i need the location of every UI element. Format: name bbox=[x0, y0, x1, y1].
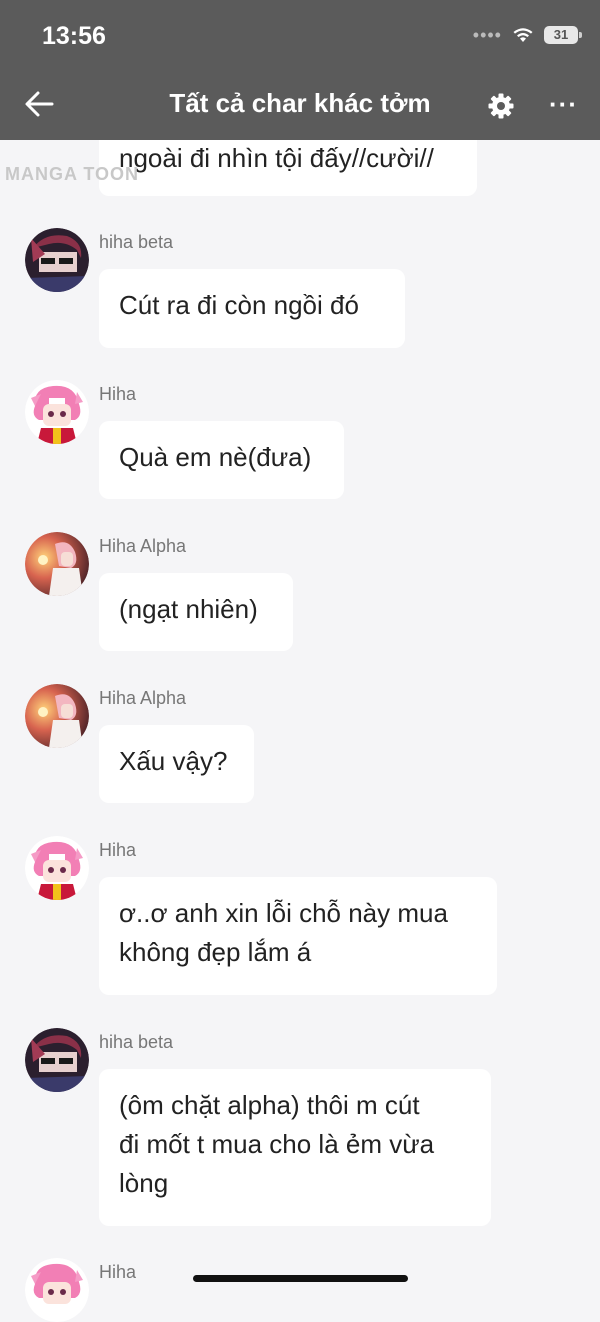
message-bubble[interactable]: Cút ra đi còn ngồi đó bbox=[99, 269, 405, 348]
message-bubble[interactable]: (ôm chặt alpha) thôi m cút đi mốt t mua … bbox=[99, 1069, 491, 1226]
sender-name: hiha beta bbox=[99, 1032, 174, 1052]
sender-name: hiha beta bbox=[99, 232, 174, 252]
message-bubble[interactable]: (ngạt nhiên) bbox=[99, 573, 293, 651]
avatar-hiha[interactable] bbox=[25, 1258, 89, 1322]
sender-name: Hiha Alpha bbox=[99, 688, 187, 708]
message-bubble[interactable]: Xấu vậy? bbox=[99, 725, 254, 803]
avatar-hiha[interactable] bbox=[25, 380, 89, 444]
watermark: MANGA TOON bbox=[5, 164, 139, 184]
sender-name: Hiha bbox=[99, 840, 137, 860]
avatar-hiha-beta[interactable] bbox=[25, 228, 89, 292]
status-time: 13:56 bbox=[42, 22, 106, 50]
avatar-hiha-beta[interactable] bbox=[25, 1028, 89, 1092]
avatar-hiha[interactable] bbox=[25, 836, 89, 900]
battery-icon: 31 bbox=[544, 26, 582, 44]
avatar-hiha-alpha[interactable] bbox=[25, 532, 89, 596]
gear-icon[interactable] bbox=[487, 92, 515, 120]
sender-name: Hiha bbox=[99, 1262, 137, 1282]
wifi-icon bbox=[513, 28, 533, 42]
avatar-hiha-alpha[interactable] bbox=[25, 684, 89, 748]
home-indicator[interactable] bbox=[193, 1275, 408, 1282]
message-bubble[interactable]: ơ..ơ anh xin lỗi chỗ này mua không đẹp l… bbox=[99, 877, 497, 995]
signal-icon: •••• bbox=[472, 25, 502, 45]
more-options-icon[interactable]: ··· bbox=[549, 91, 578, 117]
top-bar: 13:56 •••• 31 Tất cả char khác tởm ··· bbox=[0, 0, 600, 140]
chat-area[interactable]: ngoài đi nhìn tội đấy//cười// MANGA TOON… bbox=[0, 0, 600, 1322]
sender-name: Hiha Alpha bbox=[99, 536, 187, 556]
sender-name: Hiha bbox=[99, 384, 137, 404]
status-indicators: •••• 31 bbox=[472, 25, 582, 45]
message-bubble[interactable]: Quà em nè(đưa) bbox=[99, 421, 344, 499]
